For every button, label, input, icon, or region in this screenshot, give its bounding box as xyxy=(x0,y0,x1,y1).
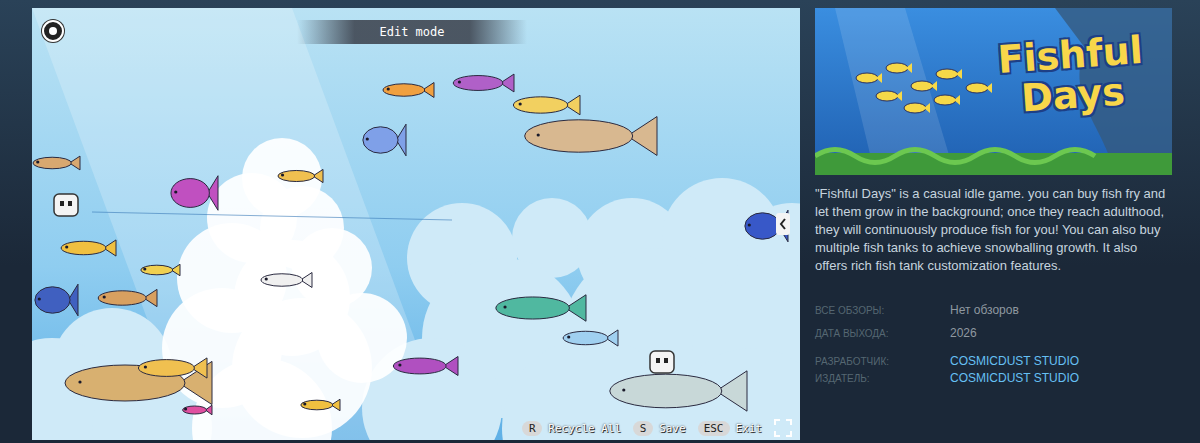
fish xyxy=(876,91,902,101)
fish[interactable] xyxy=(183,405,212,415)
hint-label: Recycle All xyxy=(548,422,621,435)
cloud-column xyxy=(162,138,407,440)
info-row: ДАТА ВЫХОДА:2026 xyxy=(815,326,1172,340)
cloud-bank xyxy=(32,178,800,440)
fish[interactable] xyxy=(278,169,323,182)
info-value[interactable]: COSMICDUST STUDIO xyxy=(950,371,1172,385)
key-hint[interactable]: S Save xyxy=(633,421,686,436)
fish xyxy=(886,63,912,73)
fish xyxy=(934,95,960,105)
info-row: ВСЕ ОБЗОРЫ:Нет обзоров xyxy=(815,303,1172,317)
fish[interactable] xyxy=(563,330,618,346)
fish[interactable] xyxy=(35,284,78,316)
game-info: FishfulDays "Fishful Days" is a casual id… xyxy=(815,8,1172,443)
mode-banner: Edit mode xyxy=(297,20,527,44)
info-label: ДАТА ВЫХОДА: xyxy=(815,328,950,339)
fish xyxy=(911,81,937,91)
fish[interactable] xyxy=(138,358,207,378)
credits: РАЗРАБОТЧИК:COSMICDUST STUDIOИЗДАТЕЛЬ:CO… xyxy=(815,354,1172,385)
info-label: РАЗРАБОТЧИК: xyxy=(815,356,950,367)
fishing-line xyxy=(92,212,452,220)
info-label: ВСЕ ОБЗОРЫ: xyxy=(815,305,950,316)
fish xyxy=(856,73,882,83)
fish[interactable] xyxy=(61,240,116,256)
info-value[interactable]: COSMICDUST STUDIO xyxy=(950,354,1172,368)
key-hints: R Recycle All S Save ESC Exit xyxy=(522,419,792,437)
key-cap: S xyxy=(633,421,653,436)
fish[interactable] xyxy=(453,74,514,92)
fish[interactable] xyxy=(610,371,747,411)
hint-label: Exit xyxy=(736,422,763,435)
fish[interactable] xyxy=(363,124,406,156)
info-value: Нет обзоров xyxy=(950,303,1172,317)
fish xyxy=(966,83,992,93)
fish[interactable] xyxy=(261,273,312,288)
fish[interactable] xyxy=(393,356,458,375)
fish[interactable] xyxy=(141,264,180,276)
fish[interactable] xyxy=(171,176,218,211)
fish[interactable] xyxy=(33,156,80,170)
game-description: "Fishful Days" is a casual idle game. yo… xyxy=(815,185,1172,275)
fullscreen-icon[interactable] xyxy=(774,419,792,437)
capsule-art[interactable]: FishfulDays xyxy=(815,8,1172,175)
collapse-arrow-icon[interactable] xyxy=(776,213,790,235)
key-cap: ESC xyxy=(698,421,730,436)
key-hint[interactable]: ESC Exit xyxy=(698,421,762,436)
info-row: РАЗРАБОТЧИК:COSMICDUST STUDIO xyxy=(815,354,1172,368)
fish[interactable] xyxy=(525,117,657,156)
info-label: ИЗДАТЕЛЬ: xyxy=(815,373,950,384)
visibility-icon[interactable] xyxy=(42,20,64,42)
aquarium-scene xyxy=(32,8,800,440)
fish[interactable] xyxy=(513,95,580,115)
hint-label: Save xyxy=(659,422,686,435)
key-hint[interactable]: R Recycle All xyxy=(522,421,621,436)
logo-line: Days xyxy=(1020,72,1126,119)
fish[interactable] xyxy=(383,83,434,98)
fish xyxy=(936,69,962,79)
skull-bubble-icon[interactable] xyxy=(650,351,674,373)
fish[interactable] xyxy=(98,289,157,306)
fish xyxy=(904,103,930,113)
fish[interactable] xyxy=(496,295,586,321)
game-screenshot[interactable]: Edit mode R Recycle All S Save ESC Exit xyxy=(32,8,800,440)
fish[interactable] xyxy=(301,399,340,411)
store-page: Edit mode R Recycle All S Save ESC Exit Fishful… xyxy=(0,0,1200,443)
info-value: 2026 xyxy=(950,326,1172,340)
game-logo: FishfulDays xyxy=(996,31,1146,121)
skull-bubble-icon[interactable] xyxy=(54,194,78,216)
key-cap: R xyxy=(522,421,542,436)
review-summary: ВСЕ ОБЗОРЫ:Нет обзоровДАТА ВЫХОДА:2026 xyxy=(815,303,1172,340)
info-row: ИЗДАТЕЛЬ:COSMICDUST STUDIO xyxy=(815,371,1172,385)
